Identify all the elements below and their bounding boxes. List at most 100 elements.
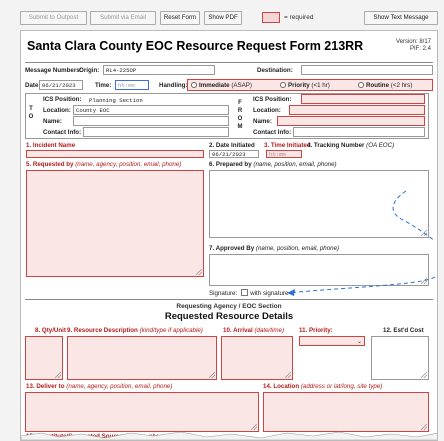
radio-immediate[interactable] bbox=[191, 82, 197, 88]
deliver-to-hint: (name, agency, position, email, phone) bbox=[66, 383, 173, 390]
version-info: Version: 8/17 PIF: 2.4 bbox=[396, 39, 431, 53]
resource-description-label: 9. Resource Description (kind/type if ap… bbox=[67, 327, 203, 334]
requested-by-text: 5. Requested by bbox=[26, 161, 74, 168]
to-ics-label: ICS Position: bbox=[43, 96, 82, 103]
arrow-curve-upper bbox=[392, 190, 436, 242]
tracking-number-label: 4. Tracking Number (OA EOC) bbox=[307, 142, 394, 149]
date-initiated-value: 06/21/2023 bbox=[212, 151, 246, 158]
incident-name-label: 1. Incident Name bbox=[26, 142, 76, 149]
torn-edge-decoration bbox=[21, 431, 437, 440]
immediate-label: Immediate bbox=[199, 82, 230, 89]
prepared-by-text: 6. Prepared by bbox=[209, 161, 252, 168]
handling-priority-option[interactable]: Priority (<1 hr) bbox=[280, 82, 330, 89]
radio-routine[interactable] bbox=[358, 82, 364, 88]
handling-routine-option[interactable]: Routine (<2 hrs) bbox=[358, 82, 412, 89]
handling-immediate-option[interactable]: Immediate (ASAP) bbox=[191, 82, 252, 89]
prepared-by-label: 6. Prepared by (name, position, email, p… bbox=[209, 161, 337, 168]
divider bbox=[25, 62, 433, 63]
from-name-input[interactable] bbox=[277, 116, 425, 126]
incident-name-input[interactable] bbox=[26, 150, 204, 158]
routine-label: Routine bbox=[366, 82, 390, 89]
location-text: 14. Location bbox=[263, 383, 300, 390]
location-textarea[interactable] bbox=[263, 392, 429, 432]
requested-by-textarea[interactable] bbox=[26, 170, 204, 277]
to-location-input[interactable]: County EOC bbox=[73, 105, 229, 115]
version-label: Version: 8/17 bbox=[395, 39, 431, 45]
immediate-note: (ASAP) bbox=[231, 82, 252, 89]
resize-grip-icon[interactable] bbox=[209, 372, 215, 378]
from-side-label: F R O M bbox=[237, 100, 243, 130]
from-ics-input[interactable] bbox=[301, 94, 425, 104]
arrow-head-icon bbox=[287, 289, 295, 296]
submit-via-email-button[interactable]: Submit via Email bbox=[90, 11, 156, 25]
qty-unit-label: 8. Qty/Unit bbox=[35, 327, 66, 334]
arrival-textarea[interactable] bbox=[221, 336, 293, 380]
destination-input[interactable] bbox=[301, 65, 433, 75]
from-name-label: Name: bbox=[253, 118, 272, 125]
date-input[interactable]: 06/21/2023 bbox=[39, 80, 83, 90]
chevron-down-icon: ⌄ bbox=[356, 339, 362, 345]
time-input[interactable]: hh:mm bbox=[115, 80, 149, 90]
show-pdf-button[interactable]: Show PDF bbox=[204, 11, 242, 25]
arrival-label: 10. Arrival (date/time) bbox=[223, 327, 284, 334]
priority-select[interactable]: ⌄ bbox=[299, 336, 365, 346]
priority-label: Priority bbox=[288, 82, 310, 89]
resource-description-textarea[interactable] bbox=[67, 336, 217, 380]
tracking-number-note: (OA EOC) bbox=[366, 142, 395, 149]
origin-input[interactable]: RL4-225OP bbox=[103, 65, 215, 75]
estimated-cost-textarea[interactable] bbox=[371, 336, 429, 380]
time-initiated-placeholder: hh:mm bbox=[269, 151, 286, 158]
form-title: Santa Clara County EOC Resource Request … bbox=[27, 39, 364, 53]
from-contact-input[interactable] bbox=[293, 127, 425, 137]
handling-radio-group: Immediate (ASAP) Priority (<1 hr) Routin… bbox=[187, 79, 433, 91]
to-location-label: Location: bbox=[43, 107, 71, 114]
arrival-hint: (date/time) bbox=[254, 327, 285, 334]
handling-label: Handling: bbox=[159, 82, 188, 89]
from-location-input[interactable] bbox=[289, 105, 425, 115]
resize-grip-icon[interactable] bbox=[55, 372, 61, 378]
date-value: 06/21/2023 bbox=[42, 82, 76, 89]
required-legend-label: = required bbox=[284, 14, 314, 21]
location-label: 14. Location (address or lat/long, site … bbox=[263, 383, 382, 390]
resize-grip-icon[interactable] bbox=[196, 269, 202, 275]
arrival-text: 10. Arrival bbox=[223, 327, 253, 334]
to-contact-label: Contact Info: bbox=[43, 129, 82, 136]
pif-label: PIF: 2.4 bbox=[409, 46, 431, 52]
resource-description-hint: (kind/type if applicable) bbox=[139, 327, 203, 334]
resize-grip-icon[interactable] bbox=[285, 372, 291, 378]
routine-note: (<2 hrs) bbox=[390, 82, 413, 89]
to-name-input[interactable] bbox=[73, 116, 229, 126]
submit-to-outpost-button[interactable]: Submit to Outpost bbox=[20, 11, 87, 25]
qty-unit-textarea[interactable] bbox=[25, 336, 63, 380]
tracking-number-text: 4. Tracking Number bbox=[307, 142, 365, 149]
origin-label: Origin: bbox=[79, 67, 100, 74]
to-location-value: County EOC bbox=[76, 107, 110, 114]
time-initiated-input[interactable]: hh:mm bbox=[266, 150, 302, 158]
time-initiated-label: 3. Time Initiated bbox=[264, 142, 311, 149]
to-name-label: Name: bbox=[43, 118, 62, 125]
to-ics-value: Planning Section bbox=[89, 97, 143, 104]
destination-label: Destination: bbox=[257, 67, 293, 74]
time-label: Time: bbox=[95, 82, 112, 89]
show-text-message-button[interactable]: Show Text Message bbox=[364, 11, 438, 25]
arrow-to-signature bbox=[286, 276, 436, 294]
reset-form-button[interactable]: Reset Form bbox=[160, 11, 200, 25]
section-title: Requested Resource Details bbox=[164, 311, 294, 322]
from-location-label: Location: bbox=[253, 107, 281, 114]
resize-grip-icon[interactable] bbox=[421, 372, 427, 378]
annotation-arrows bbox=[286, 190, 436, 296]
requested-by-hint: (name, agency, position, email, phone) bbox=[75, 161, 182, 168]
section-subtitle: Requesting Agency / EOC Section bbox=[176, 303, 282, 310]
priority-field-label: 11. Priority: bbox=[299, 327, 333, 334]
form-toolbar: Submit to Outpost Submit via Email Reset… bbox=[20, 10, 438, 28]
radio-priority[interactable] bbox=[280, 82, 286, 88]
priority-note: (<1 hr) bbox=[311, 82, 330, 89]
estimated-cost-label: 12. Est'd Cost bbox=[383, 327, 424, 334]
to-contact-input[interactable] bbox=[83, 127, 229, 137]
divider bbox=[25, 299, 433, 300]
date-initiated-input[interactable]: 06/21/2023 bbox=[209, 150, 259, 158]
resource-description-text: 9. Resource Description bbox=[67, 327, 138, 334]
prepared-by-hint: (name, position, email, phone) bbox=[253, 161, 337, 168]
deliver-to-textarea[interactable] bbox=[25, 392, 259, 432]
message-numbers-label: Message Numbers: bbox=[25, 67, 82, 74]
